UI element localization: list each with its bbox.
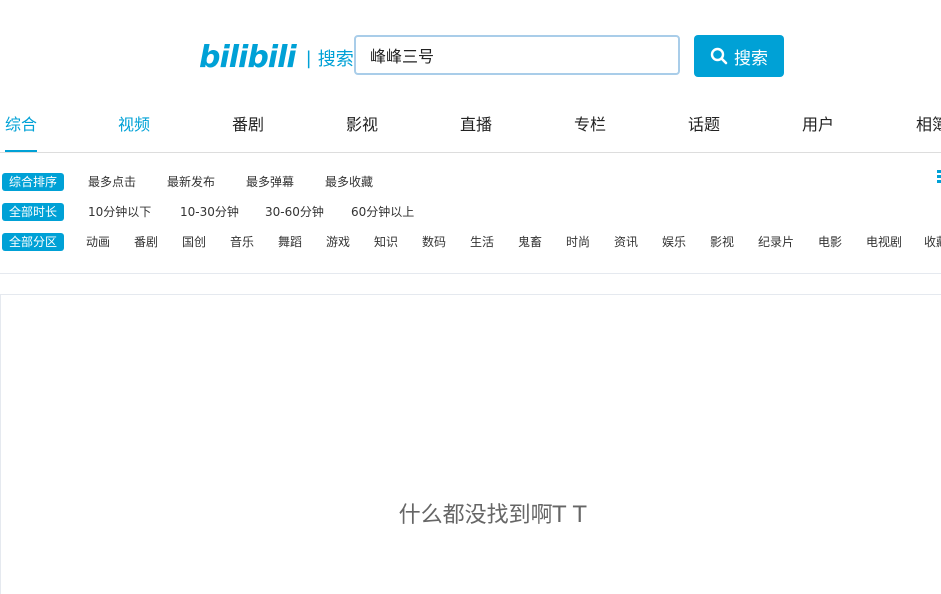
zone-option[interactable]: 娱乐 — [662, 233, 686, 251]
zone-option[interactable]: 时尚 — [566, 233, 590, 251]
search-box[interactable] — [354, 35, 680, 75]
tab-live[interactable]: 直播 — [460, 104, 492, 152]
zone-option[interactable]: 国创 — [182, 233, 206, 251]
results-panel — [0, 294, 941, 594]
logo-subtitle: 搜索 — [317, 49, 354, 70]
filter-divider — [0, 273, 941, 274]
duration-active-pill[interactable]: 全部时长 — [2, 203, 65, 221]
zone-option[interactable]: 数码 — [422, 233, 446, 251]
search-icon — [710, 47, 728, 65]
logo-wordmark: bilibili — [199, 40, 297, 75]
sort-filter-row: 综合排序 最多点击 最新发布 最多弹幕 最多收藏 — [0, 171, 941, 193]
zone-option[interactable]: 资讯 — [614, 233, 638, 251]
duration-option[interactable]: 30-60分钟 — [265, 203, 324, 221]
logo-separator: | — [305, 47, 312, 69]
zone-option[interactable]: 番剧 — [134, 233, 158, 251]
zone-filter-row: 全部分区 动画 番剧 国创 音乐 舞蹈 游戏 知识 数码 生活 鬼畜 时尚 资讯… — [0, 231, 941, 253]
tab-topics[interactable]: 话题 — [688, 104, 720, 152]
sort-option[interactable]: 最新发布 — [167, 173, 215, 191]
zone-option[interactable]: 音乐 — [230, 233, 254, 251]
empty-results-message: 什么都没找到啊T T — [398, 503, 587, 528]
duration-filter-row: 全部时长 10分钟以下 10-30分钟 30-60分钟 60分钟以上 — [0, 201, 941, 223]
zone-option[interactable]: 动画 — [86, 233, 110, 251]
sort-option[interactable]: 最多点击 — [88, 173, 136, 191]
zone-active-pill[interactable]: 全部分区 — [2, 233, 65, 251]
zone-option[interactable]: 收藏 — [924, 233, 941, 251]
duration-option[interactable]: 10分钟以下 — [88, 203, 151, 221]
zone-option[interactable]: 电视剧 — [866, 233, 902, 251]
sort-option[interactable]: 最多弹幕 — [246, 173, 294, 191]
zone-option[interactable]: 知识 — [374, 233, 398, 251]
zone-option[interactable]: 电影 — [818, 233, 842, 251]
tab-users[interactable]: 用户 — [802, 104, 834, 152]
tab-bangumi[interactable]: 番剧 — [232, 104, 264, 152]
zone-option[interactable]: 影视 — [710, 233, 734, 251]
tab-articles[interactable]: 专栏 — [574, 104, 606, 152]
search-input[interactable] — [356, 37, 678, 73]
zone-option[interactable]: 鬼畜 — [518, 233, 542, 251]
tab-film-tv[interactable]: 影视 — [346, 104, 378, 152]
sort-active-pill[interactable]: 综合排序 — [2, 173, 65, 191]
zone-option[interactable]: 纪录片 — [758, 233, 794, 251]
tab-albums[interactable]: 相簿 — [916, 104, 941, 152]
search-type-tabs: 综合 视频 番剧 影视 直播 专栏 话题 用户 相簿 — [0, 104, 941, 153]
tab-all[interactable]: 综合 — [5, 104, 38, 152]
zone-option[interactable]: 游戏 — [326, 233, 350, 251]
search-button-label: 搜索 — [734, 48, 768, 69]
tab-video[interactable]: 视频 — [118, 104, 150, 152]
search-button[interactable]: 搜索 — [694, 35, 784, 77]
duration-option[interactable]: 60分钟以上 — [351, 203, 414, 221]
duration-option[interactable]: 10-30分钟 — [180, 203, 239, 221]
list-view-icon[interactable] — [937, 170, 941, 186]
zone-option[interactable]: 生活 — [470, 233, 494, 251]
sort-option[interactable]: 最多收藏 — [325, 173, 373, 191]
bilibili-logo[interactable]: bilibili | 搜索 — [199, 40, 354, 76]
zone-option[interactable]: 舞蹈 — [278, 233, 302, 251]
